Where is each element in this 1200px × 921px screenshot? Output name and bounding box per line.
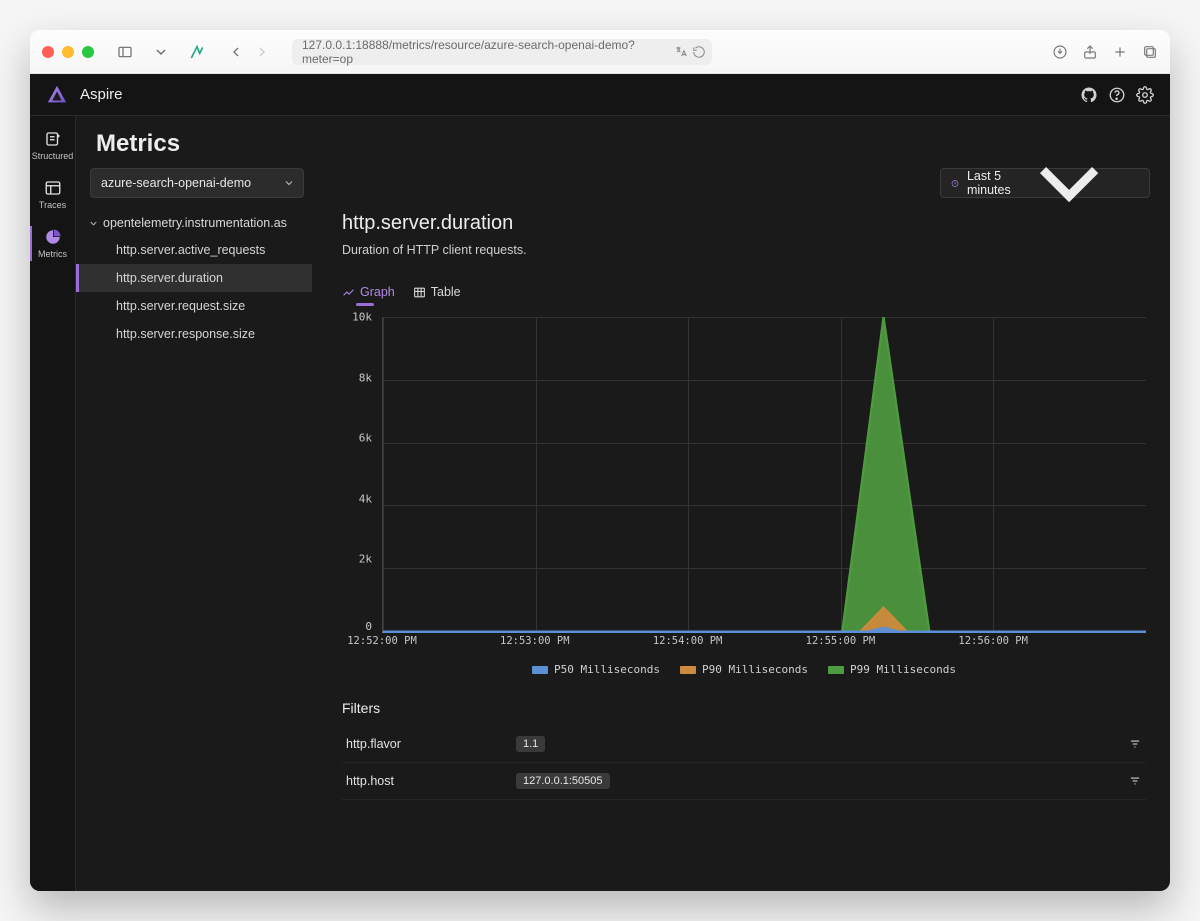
app-title: Aspire	[80, 86, 123, 103]
tab-label: Table	[431, 285, 461, 299]
clock-icon	[951, 177, 959, 190]
github-icon[interactable]	[1080, 86, 1098, 104]
chevron-down-icon	[283, 177, 295, 189]
settings-icon[interactable]	[1136, 86, 1154, 104]
translate-icon[interactable]	[674, 45, 688, 59]
minimize-window-button[interactable]	[62, 46, 74, 58]
browser-window: 127.0.0.1:18888/metrics/resource/azure-s…	[30, 30, 1170, 891]
url-text: 127.0.0.1:18888/metrics/resource/azure-s…	[302, 38, 682, 66]
new-tab-icon[interactable]	[1112, 44, 1128, 60]
resource-select[interactable]: azure-search-openai-demo	[90, 168, 304, 198]
y-tick-label: 4k	[342, 492, 376, 505]
chevron-down-icon	[88, 218, 99, 229]
forward-button[interactable]	[254, 44, 270, 60]
time-range-label: Last 5 minutes	[967, 169, 1017, 197]
rail-item-structured[interactable]: Structured	[30, 122, 76, 169]
tab-table[interactable]: Table	[413, 285, 461, 305]
rail-item-traces[interactable]: Traces	[30, 171, 76, 218]
tree-parent[interactable]: opentelemetry.instrumentation.as	[76, 210, 312, 236]
time-range-select[interactable]: Last 5 minutes	[940, 168, 1150, 198]
tree-item[interactable]: http.server.duration	[76, 264, 312, 292]
x-tick-label: 12:56:00 PM	[958, 635, 1028, 647]
legend-label: P90 Milliseconds	[702, 663, 808, 676]
tab-graph[interactable]: Graph	[342, 285, 395, 305]
y-tick-label: 0	[342, 620, 376, 633]
downloads-icon[interactable]	[1052, 44, 1068, 60]
y-tick-label: 8k	[342, 371, 376, 384]
window-controls	[42, 46, 94, 58]
metric-description: Duration of HTTP client requests.	[342, 243, 1146, 257]
filter-key: http.host	[346, 774, 516, 788]
tabs-overview-icon[interactable]	[1142, 44, 1158, 60]
chart-plot[interactable]	[382, 317, 1146, 633]
resource-selected: azure-search-openai-demo	[101, 176, 251, 190]
tree-item[interactable]: http.server.active_requests	[76, 236, 312, 264]
tab-overview-chevron[interactable]	[148, 42, 174, 62]
legend-item[interactable]: P50 Milliseconds	[532, 663, 660, 676]
tree-item[interactable]: http.server.response.size	[76, 320, 312, 348]
back-button[interactable]	[228, 44, 244, 60]
legend-item[interactable]: P99 Milliseconds	[828, 663, 956, 676]
filters-heading: Filters	[342, 700, 1146, 716]
legend-swatch	[532, 666, 548, 674]
help-icon[interactable]	[1108, 86, 1126, 104]
x-tick-label: 12:53:00 PM	[500, 635, 570, 647]
address-bar[interactable]: 127.0.0.1:18888/metrics/resource/azure-s…	[292, 39, 712, 65]
share-icon[interactable]	[1082, 44, 1098, 60]
legend-swatch	[680, 666, 696, 674]
tree-parent-label: opentelemetry.instrumentation.as	[103, 216, 287, 230]
y-tick-label: 6k	[342, 432, 376, 445]
legend-label: P50 Milliseconds	[554, 663, 660, 676]
site-favicon	[184, 42, 210, 62]
chart-icon	[342, 286, 355, 299]
x-tick-label: 12:55:00 PM	[806, 635, 876, 647]
filter-row: http.host127.0.0.1:50505	[342, 763, 1146, 800]
y-tick-label: 2k	[342, 553, 376, 566]
filter-value-badge: 127.0.0.1:50505	[516, 773, 610, 789]
aspire-app: Aspire Structured Traces Metrics	[30, 74, 1170, 891]
chevron-down-icon	[1017, 131, 1121, 235]
table-icon	[413, 286, 426, 299]
legend-label: P99 Milliseconds	[850, 663, 956, 676]
rail-label: Metrics	[38, 249, 67, 259]
reload-icon[interactable]	[692, 45, 706, 59]
rail-item-metrics[interactable]: Metrics	[30, 220, 76, 267]
browser-titlebar: 127.0.0.1:18888/metrics/resource/azure-s…	[30, 30, 1170, 74]
metrics-tree: opentelemetry.instrumentation.as http.se…	[76, 208, 312, 891]
page-title: Metrics	[76, 116, 1170, 168]
aspire-logo	[46, 84, 68, 106]
sidebar-toggle-button[interactable]	[112, 42, 138, 62]
zoom-window-button[interactable]	[82, 46, 94, 58]
tree-item[interactable]: http.server.request.size	[76, 292, 312, 320]
chart-legend: P50 Milliseconds P90 Milliseconds P99 Mill…	[342, 663, 1146, 676]
app-header: Aspire	[30, 74, 1170, 116]
filter-value-badge: 1.1	[516, 736, 545, 752]
rail-label: Structured	[32, 151, 74, 161]
x-tick-label: 12:54:00 PM	[653, 635, 723, 647]
filter-icon[interactable]	[1128, 737, 1142, 751]
filter-icon[interactable]	[1128, 774, 1142, 788]
filter-row: http.flavor1.1	[342, 726, 1146, 763]
legend-item[interactable]: P90 Milliseconds	[680, 663, 808, 676]
y-tick-label: 10k	[342, 311, 376, 324]
legend-swatch	[828, 666, 844, 674]
nav-rail: Structured Traces Metrics	[30, 116, 76, 891]
close-window-button[interactable]	[42, 46, 54, 58]
rail-label: Traces	[39, 200, 66, 210]
chart-area: 10k8k6k4k2k0 12:52:00 PM12:53:00 PM12:54…	[342, 317, 1146, 657]
x-tick-label: 12:52:00 PM	[347, 635, 417, 647]
filter-key: http.flavor	[346, 737, 516, 751]
tab-label: Graph	[360, 285, 395, 299]
